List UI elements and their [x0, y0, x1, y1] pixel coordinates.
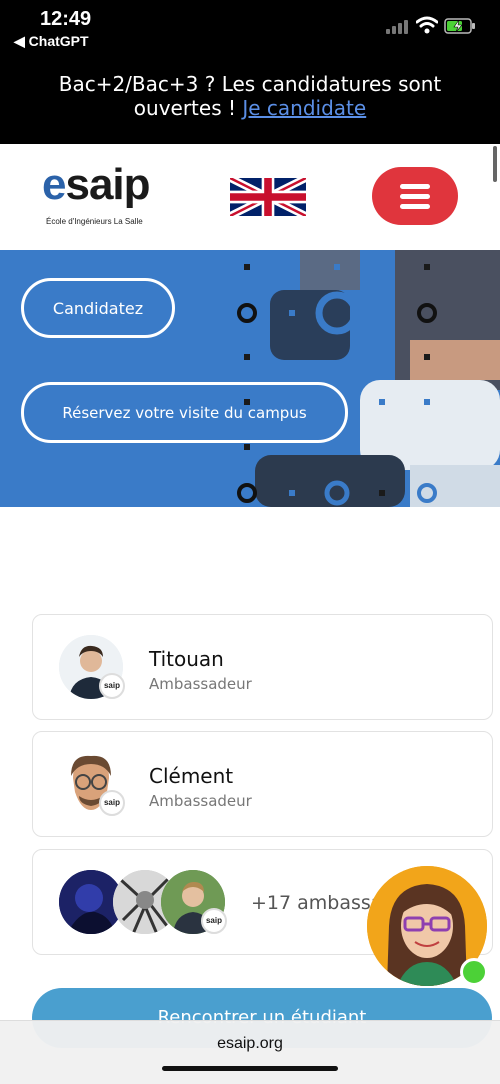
wifi-icon: [416, 16, 438, 34]
logo-letters: saip: [65, 160, 150, 209]
banner-text-line2: ouvertes ! Je candidate: [0, 96, 500, 120]
menu-button[interactable]: [372, 167, 458, 225]
ambassador-card[interactable]: saip Clément Ambassadeur: [32, 731, 493, 837]
home-indicator[interactable]: [162, 1066, 338, 1071]
uk-flag-icon[interactable]: [230, 178, 306, 216]
hamburger-icon-line: [400, 204, 430, 209]
hamburger-icon-line: [400, 194, 430, 199]
online-status-indicator: [460, 958, 488, 986]
apply-button[interactable]: Candidatez: [21, 278, 175, 338]
logo-tagline: École d'Ingénieurs La Salle: [46, 217, 143, 226]
ambassador-card[interactable]: saip Titouan Ambassadeur: [32, 614, 493, 720]
battery-charging-icon: [444, 18, 475, 34]
promo-banner: Bac+2/Bac+3 ? Les candidatures sont ouve…: [0, 58, 500, 144]
esaip-badge: saip: [99, 673, 125, 699]
esaip-badge: saip: [201, 908, 227, 934]
logo-letter-e: e: [42, 160, 67, 209]
ambassador-role: Ambassadeur: [149, 792, 252, 810]
back-to-app-link[interactable]: ◀ ChatGPT: [14, 33, 89, 50]
url-text[interactable]: esaip.org: [0, 1021, 500, 1053]
cellular-signal-icon: [386, 20, 410, 34]
apply-link[interactable]: Je candidate: [242, 96, 366, 120]
banner-text-line1: Bac+2/Bac+3 ? Les candidatures sont: [58, 72, 442, 96]
ambassador-role: Ambassadeur: [149, 675, 252, 693]
hamburger-icon: [400, 184, 430, 189]
ambassador-name: Titouan: [149, 647, 224, 671]
hero-section: Candidatez Réservez votre visite du camp…: [0, 250, 500, 507]
status-time: 12:49: [40, 8, 92, 30]
browser-url-bar[interactable]: esaip.org: [0, 1020, 500, 1084]
esaip-logo[interactable]: esaip: [42, 160, 151, 210]
banner-text-prefix: ouvertes !: [133, 96, 243, 120]
book-campus-visit-button[interactable]: Réservez votre visite du campus: [21, 382, 348, 443]
status-bar: 12:49 ◀ ChatGPT: [0, 0, 500, 58]
ambassador-name: Clément: [149, 764, 234, 788]
esaip-badge: saip: [99, 790, 125, 816]
page-scrollbar[interactable]: [493, 146, 497, 182]
